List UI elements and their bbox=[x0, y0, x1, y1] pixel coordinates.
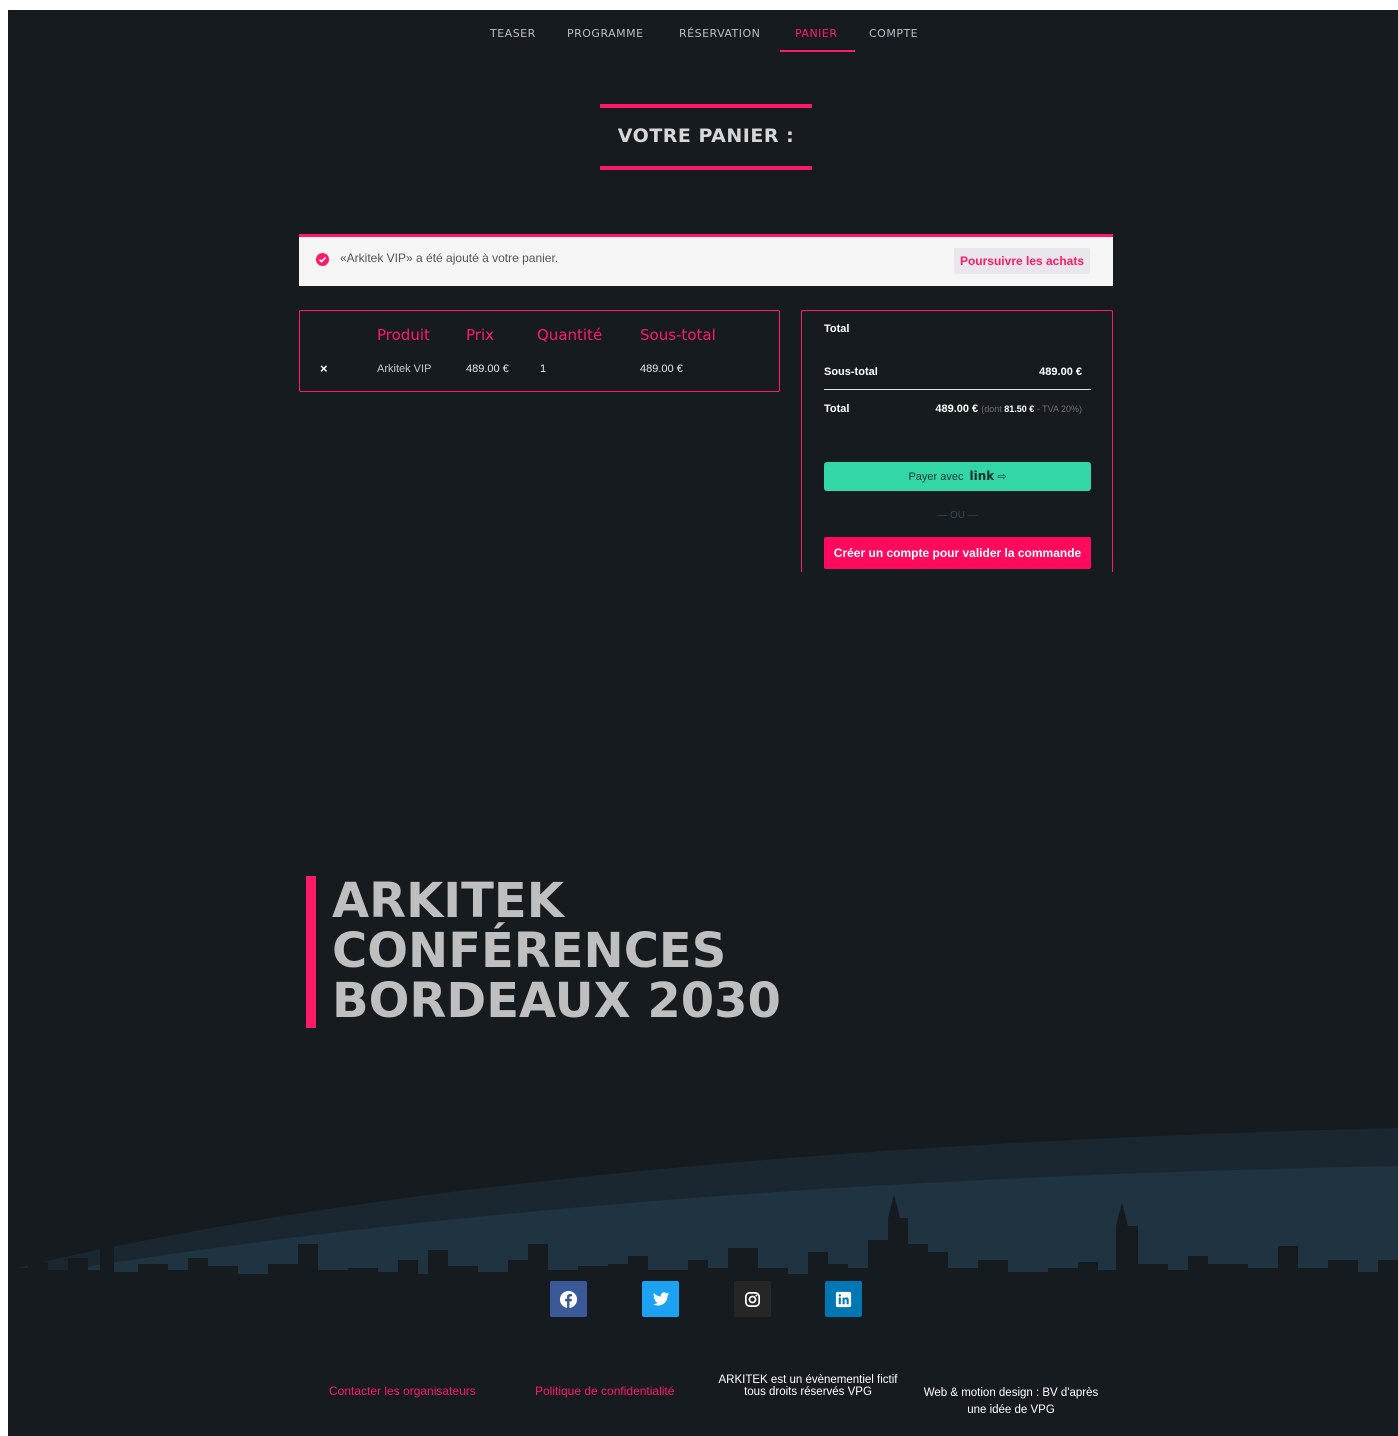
page: TEASER PROGRAMME RÉSERVATION PANIER COMP… bbox=[8, 10, 1398, 1436]
link-logo: link bbox=[969, 469, 995, 483]
column-header-product: Produit bbox=[377, 326, 430, 344]
main-nav: TEASER PROGRAMME RÉSERVATION PANIER COMP… bbox=[8, 10, 1398, 62]
linkedin-button[interactable] bbox=[825, 1281, 862, 1317]
facebook-icon bbox=[559, 1290, 578, 1309]
column-header-quantity: Quantité bbox=[537, 326, 603, 344]
or-separator: — OU — bbox=[937, 510, 978, 521]
column-header-subtotal: Sous-total bbox=[640, 326, 716, 344]
instagram-icon bbox=[744, 1291, 761, 1308]
disclaimer-line-1: ARKITEK est un évènementiel fictif bbox=[718, 1374, 898, 1386]
credits-line-2: une idée de VPG bbox=[967, 1404, 1055, 1416]
subtotal-value: 489.00 € bbox=[1039, 366, 1082, 378]
nav-item-compte[interactable]: COMPTE bbox=[869, 27, 918, 40]
column-header-price: Prix bbox=[466, 326, 494, 344]
hero-title: ARKITEK CONFÉRENCES BORDEAUX 2030 bbox=[332, 876, 781, 1026]
cart-table: Produit Prix Quantité Sous-total × Arkit… bbox=[299, 310, 780, 392]
page-title: VOTRE PANIER : bbox=[617, 125, 795, 147]
nav-item-panier[interactable]: PANIER bbox=[795, 27, 838, 40]
hero-title-line-3: BORDEAUX 2030 bbox=[332, 973, 781, 1029]
check-circle-icon bbox=[316, 253, 329, 266]
totals-divider bbox=[824, 389, 1091, 390]
tax-prefix: (dont bbox=[981, 404, 1002, 414]
cart-item-product[interactable]: Arkitek VIP bbox=[377, 363, 431, 375]
nav-item-reservation[interactable]: RÉSERVATION bbox=[679, 27, 760, 40]
credits-line-1: Web & motion design : BV d'après bbox=[923, 1387, 1099, 1399]
cart-item-quantity[interactable]: 1 bbox=[540, 363, 546, 375]
instagram-button[interactable] bbox=[734, 1281, 771, 1317]
linkedin-icon bbox=[835, 1291, 852, 1308]
cart-item-subtotal: 489.00 € bbox=[640, 363, 683, 375]
total-label: Total bbox=[824, 403, 850, 415]
city-skyline-illustration bbox=[8, 1128, 1398, 1290]
contact-organizers-link[interactable]: Contacter les organisateurs bbox=[329, 1384, 476, 1398]
twitter-button[interactable] bbox=[642, 1281, 679, 1317]
arrow-right-icon: ⇨ bbox=[997, 471, 1007, 483]
cart-notice: «Arkitek VIP» a été ajouté à votre panie… bbox=[299, 234, 1113, 286]
nav-item-programme[interactable]: PROGRAMME bbox=[567, 27, 644, 40]
hero-accent-bar bbox=[306, 876, 316, 1028]
credits-text: Web & motion design : BV d'après une idé… bbox=[918, 1385, 1104, 1419]
continue-shopping-button[interactable]: Poursuivre les achats bbox=[954, 248, 1090, 274]
link-button-text: Payer avec bbox=[908, 471, 964, 483]
disclaimer-line-2: tous droits réservés VPG bbox=[744, 1386, 872, 1398]
disclaimer-text: ARKITEK est un évènementiel fictif tous … bbox=[712, 1374, 904, 1398]
create-account-button[interactable]: Créer un compte pour valider la commande bbox=[824, 537, 1091, 569]
cart-totals: Total Sous-total 489.00 € Total 489.00 €… bbox=[801, 310, 1113, 572]
title-bar-top bbox=[600, 104, 812, 108]
facebook-button[interactable] bbox=[550, 1281, 587, 1317]
tax-suffix: - TVA 20%) bbox=[1036, 404, 1082, 414]
pay-with-link-button[interactable]: Payer avec link ⇨ bbox=[824, 462, 1091, 491]
title-bar-bottom bbox=[600, 166, 812, 170]
twitter-icon bbox=[652, 1292, 670, 1306]
hero-title-line-1: ARKITEK bbox=[332, 873, 564, 929]
privacy-policy-link[interactable]: Politique de confidentialité bbox=[535, 1384, 674, 1398]
remove-item-icon[interactable]: × bbox=[320, 361, 328, 376]
total-value: 489.00 € bbox=[935, 403, 979, 415]
hero-title-line-2: CONFÉRENCES bbox=[332, 923, 727, 979]
tax-note: (dont 81.50 € - TVA 20%) bbox=[981, 404, 1082, 414]
total-value-group: 489.00 € (dont 81.50 € - TVA 20%) bbox=[935, 403, 1082, 415]
tax-amount: 81.50 € bbox=[1004, 404, 1035, 414]
nav-item-teaser[interactable]: TEASER bbox=[490, 27, 536, 40]
notice-message: «Arkitek VIP» a été ajouté à votre panie… bbox=[340, 251, 559, 265]
totals-heading: Total bbox=[824, 323, 850, 335]
nav-active-underline bbox=[780, 50, 855, 52]
cart-item-price: 489.00 € bbox=[466, 363, 509, 375]
subtotal-label: Sous-total bbox=[824, 366, 878, 378]
